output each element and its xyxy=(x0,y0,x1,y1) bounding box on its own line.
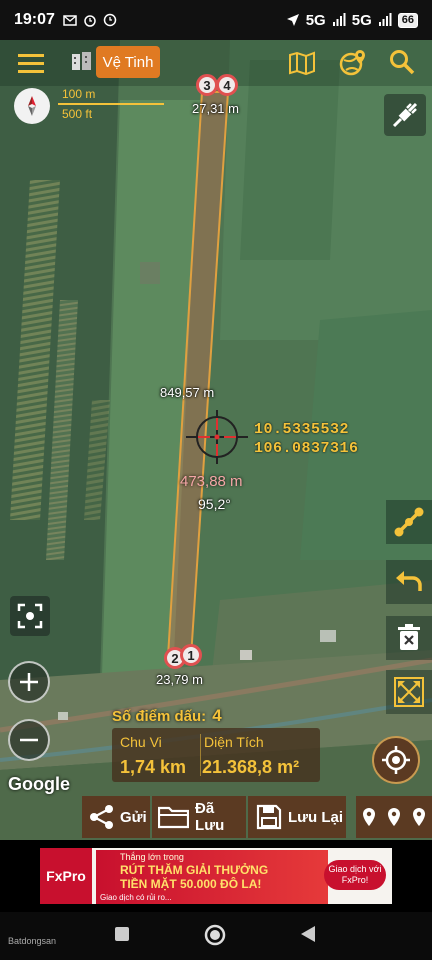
perimeter-value: 1,74 km xyxy=(120,757,187,777)
folded-map-icon xyxy=(289,51,315,75)
scale-imperial: 500 ft xyxy=(62,107,93,121)
back-triangle-icon xyxy=(301,926,315,942)
save-label: Lưu Lại xyxy=(288,808,344,826)
saved-label: Đã Lưu xyxy=(195,800,225,834)
hamburger-icon xyxy=(18,54,44,73)
expand-icon xyxy=(394,677,424,707)
mail-icon xyxy=(63,15,77,26)
draw-line-button[interactable] xyxy=(386,500,432,544)
google-logo: Google xyxy=(8,774,70,794)
location-arrow-icon xyxy=(286,14,299,26)
center-angle: 95,2° xyxy=(198,496,231,512)
save-button[interactable]: Lưu Lại xyxy=(248,796,346,838)
map-pin-icon xyxy=(387,808,400,826)
longitude-readout: 106.0837316 xyxy=(254,440,359,457)
status-time: 19:07 xyxy=(14,11,55,28)
alarm-icon xyxy=(84,15,96,27)
polyline-icon xyxy=(394,507,424,537)
compass-icon xyxy=(28,96,36,116)
ad-copy: Thắng lớn trong RÚT THĂM GIẢI THƯỞNG TIỀ… xyxy=(96,850,328,904)
center-distance: 473,88 m xyxy=(180,473,243,490)
summary-divider xyxy=(200,734,201,776)
markers-toggle-button[interactable] xyxy=(356,796,432,838)
screenshot-button[interactable] xyxy=(10,596,50,636)
map-pin-icon xyxy=(362,808,375,826)
fit-bounds-button[interactable] xyxy=(386,670,432,714)
menu-button[interactable] xyxy=(14,48,48,78)
focus-frame-icon xyxy=(17,603,43,629)
square-icon xyxy=(115,927,129,941)
undo-button[interactable] xyxy=(386,560,432,604)
globe-location-button[interactable] xyxy=(336,46,370,80)
recents-button[interactable] xyxy=(112,924,132,944)
system-nav-bar: Batdongsan xyxy=(0,912,432,960)
trash-icon xyxy=(398,624,420,650)
search-icon xyxy=(390,50,415,75)
ad-cta-button[interactable]: Giao dịch với FxPro! xyxy=(324,860,386,890)
ad-line-1: Thắng lớn trong xyxy=(120,852,184,862)
map-type-button[interactable]: Vệ Tinh xyxy=(96,46,160,78)
ad-area: FxPro Thắng lớn trong RÚT THĂM GIẢI THƯỞ… xyxy=(0,840,432,912)
ad-line-3: TIỀN MẶT 50.000 ĐÔ LA! xyxy=(120,877,262,891)
ad-banner[interactable]: FxPro Thắng lớn trong RÚT THĂM GIẢI THƯỞ… xyxy=(40,848,392,904)
map-book-button[interactable] xyxy=(286,48,318,78)
search-button[interactable] xyxy=(386,46,418,78)
center-segment-label: 849,57 m xyxy=(160,385,215,400)
zoom-in-button[interactable] xyxy=(8,661,50,703)
plug-disconnect-icon xyxy=(392,102,418,128)
signal-icon xyxy=(332,13,346,26)
minus-icon xyxy=(20,738,38,742)
share-icon xyxy=(90,805,113,829)
ad-brand-logo: FxPro xyxy=(40,848,92,904)
points-label: Số điểm dấu: xyxy=(112,708,207,725)
map-layers-button[interactable] xyxy=(68,48,96,76)
measurement-summary: Chu Vi 1,74 km Diện Tích 21.368,8 m² xyxy=(112,728,320,782)
circle-home-icon xyxy=(204,924,226,946)
back-button[interactable] xyxy=(298,924,318,944)
building-grid-icon xyxy=(72,52,91,70)
plus-icon xyxy=(20,673,38,691)
undo-icon xyxy=(396,571,422,591)
bottom-edge-distance: 23,79 m xyxy=(156,672,203,687)
send-button[interactable]: Gửi xyxy=(82,796,150,838)
delete-button[interactable] xyxy=(386,616,432,660)
point-marker-4[interactable]: 4 xyxy=(216,74,238,96)
scale-bar xyxy=(58,103,164,105)
point-marker-1[interactable]: 1 xyxy=(180,644,202,666)
map-pin-icon xyxy=(413,808,426,826)
network-label-2: 5G xyxy=(351,11,372,29)
map-scale: 100 m 500 ft xyxy=(58,86,166,122)
watermark: Batdongsan xyxy=(8,936,57,946)
perimeter-label: Chu Vi xyxy=(120,734,162,750)
status-bar: 19:07 5G 5G 66 xyxy=(0,0,432,40)
zoom-out-button[interactable] xyxy=(8,719,50,761)
compass-button[interactable] xyxy=(14,88,50,124)
crosshair-icon xyxy=(186,410,248,464)
clock-icon xyxy=(103,13,117,27)
floppy-disk-icon xyxy=(256,804,282,830)
signal-icon-2 xyxy=(378,13,392,26)
lock-toggle-button[interactable] xyxy=(384,94,426,136)
gps-target-icon xyxy=(382,746,410,774)
battery-indicator: 66 xyxy=(397,12,418,28)
ad-disclaimer: Giao dịch có rủi ro... xyxy=(100,893,172,902)
points-count-row: Số điểm dấu: 4 xyxy=(112,706,222,726)
globe-pin-icon xyxy=(339,50,365,76)
points-count: 4 xyxy=(212,706,222,725)
area-label: Diện Tích xyxy=(204,734,264,750)
send-label: Gửi xyxy=(120,808,147,826)
status-notification-icons xyxy=(63,13,117,27)
latitude-readout: 10.5335532 xyxy=(254,421,350,438)
my-location-button[interactable] xyxy=(372,736,420,784)
saved-button[interactable]: Đã Lưu xyxy=(152,796,246,838)
home-button[interactable] xyxy=(202,922,228,948)
point-marker-3[interactable]: 3 xyxy=(196,74,218,96)
scale-metric: 100 m xyxy=(62,87,96,101)
network-label-1: 5G xyxy=(305,11,326,29)
folder-icon xyxy=(158,806,190,829)
top-edge-distance: 27,31 m xyxy=(192,101,239,116)
ad-line-2: RÚT THĂM GIẢI THƯỞNG xyxy=(120,863,269,877)
area-value: 21.368,8 m² xyxy=(202,757,300,777)
